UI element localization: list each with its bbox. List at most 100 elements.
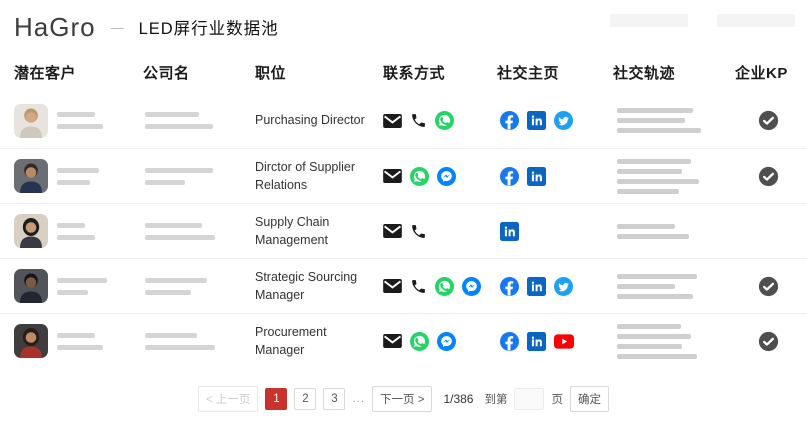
placeholder-bar: [617, 294, 693, 299]
placeholder-bar: [145, 180, 185, 185]
facebook-icon[interactable]: [500, 332, 519, 351]
whatsapp-icon[interactable]: [410, 332, 429, 351]
email-icon[interactable]: [383, 279, 402, 293]
column-header-social-activity: 社交轨迹: [613, 62, 735, 83]
prev-page-button[interactable]: < 上一页: [198, 386, 258, 412]
header-placeholder: [610, 14, 688, 27]
lead-avatar: [14, 104, 48, 138]
facebook-icon[interactable]: [500, 111, 519, 130]
page-button-1[interactable]: 1: [265, 388, 287, 410]
placeholder-bar: [617, 189, 679, 194]
header-placeholder: [717, 14, 795, 27]
email-icon[interactable]: [383, 334, 402, 348]
youtube-icon[interactable]: [554, 334, 574, 349]
jump-to-page-label: 到第: [484, 391, 507, 407]
page-jump-input[interactable]: [514, 388, 544, 410]
whatsapp-icon[interactable]: [435, 111, 454, 130]
placeholder-bar: [57, 112, 95, 117]
placeholder-bar: [145, 278, 207, 283]
placeholder-bar: [617, 159, 691, 164]
page-button-2[interactable]: 2: [294, 388, 316, 410]
messenger-icon[interactable]: [462, 277, 481, 296]
placeholder-bar: [617, 284, 675, 289]
table-row[interactable]: Procurement Manager: [0, 313, 807, 368]
placeholder-bar: [57, 168, 99, 173]
lead-avatar: [14, 269, 48, 303]
facebook-icon[interactable]: [500, 277, 519, 296]
lead-avatar: [14, 214, 48, 248]
placeholder-bar: [617, 274, 697, 279]
placeholder-bar: [617, 334, 691, 339]
jump-page-suffix: 页: [551, 391, 563, 407]
whatsapp-icon[interactable]: [410, 167, 429, 186]
position-text: Purchasing Director: [255, 111, 373, 129]
kp-check-icon: [758, 276, 779, 297]
placeholder-bar: [145, 333, 197, 338]
linkedin-icon[interactable]: [527, 277, 546, 296]
phone-icon[interactable]: [410, 112, 427, 129]
placeholder-bar: [57, 223, 85, 228]
phone-icon[interactable]: [410, 278, 427, 295]
whatsapp-icon[interactable]: [435, 277, 454, 296]
position-text: Supply Chain Management: [255, 213, 337, 249]
email-icon[interactable]: [383, 224, 402, 238]
placeholder-bar: [57, 333, 95, 338]
kp-check-icon: [758, 166, 779, 187]
twitter-icon[interactable]: [554, 277, 573, 296]
position-text: Procurement Manager: [255, 323, 335, 359]
placeholder-bar: [617, 344, 682, 349]
placeholder-bar: [145, 124, 213, 129]
placeholder-bar: [617, 108, 693, 113]
column-header-position: 职位: [255, 62, 383, 83]
logo[interactable]: HaGro: [14, 12, 96, 43]
table-body: Purchasing Director Dirctor of Supplier …: [0, 93, 807, 368]
linkedin-icon[interactable]: [500, 222, 519, 241]
placeholder-bar: [57, 235, 95, 240]
page-button-3[interactable]: 3: [323, 388, 345, 410]
linkedin-icon[interactable]: [527, 167, 546, 186]
placeholder-bar: [57, 124, 103, 129]
page-header: HaGro — LED屏行业数据池: [0, 0, 807, 46]
email-icon[interactable]: [383, 169, 402, 183]
column-header-leads: 潜在客户: [14, 62, 143, 83]
facebook-icon[interactable]: [500, 167, 519, 186]
placeholder-bar: [57, 345, 103, 350]
table-row[interactable]: Dirctor of Supplier Relations: [0, 148, 807, 203]
placeholder-bar: [145, 112, 199, 117]
table-row[interactable]: Strategic Sourcing Manager: [0, 258, 807, 313]
placeholder-bar: [617, 179, 699, 184]
lead-avatar: [14, 324, 48, 358]
header-separator: —: [111, 20, 124, 35]
placeholder-bar: [57, 278, 107, 283]
pagination-ellipsis: ...: [352, 393, 365, 405]
email-icon[interactable]: [383, 114, 402, 128]
messenger-icon[interactable]: [437, 332, 456, 351]
placeholder-bar: [617, 354, 697, 359]
table-row[interactable]: Supply Chain Management: [0, 203, 807, 258]
next-page-button[interactable]: 下一页 >: [372, 386, 432, 412]
column-header-company: 公司名: [143, 62, 255, 83]
table-row[interactable]: Purchasing Director: [0, 93, 807, 148]
linkedin-icon[interactable]: [527, 332, 546, 351]
linkedin-icon[interactable]: [527, 111, 546, 130]
confirm-button[interactable]: 确定: [570, 386, 609, 412]
placeholder-bar: [617, 128, 701, 133]
placeholder-bar: [617, 224, 675, 229]
kp-check-icon: [758, 110, 779, 131]
kp-check-icon: [758, 331, 779, 352]
twitter-icon[interactable]: [554, 111, 573, 130]
position-text: Strategic Sourcing Manager: [255, 268, 365, 304]
column-header-contact: 联系方式: [383, 62, 497, 83]
phone-icon[interactable]: [410, 223, 427, 240]
placeholder-bar: [145, 290, 191, 295]
placeholder-bar: [617, 118, 685, 123]
lead-avatar: [14, 159, 48, 193]
placeholder-bar: [145, 168, 213, 173]
position-text: Dirctor of Supplier Relations: [255, 158, 363, 194]
column-header-social-profiles: 社交主页: [497, 62, 613, 83]
messenger-icon[interactable]: [437, 167, 456, 186]
placeholder-bar: [145, 223, 202, 228]
pagination: < 上一页 123 ... 下一页 > 1/386 到第 页 确定: [0, 386, 807, 412]
placeholder-bar: [617, 234, 689, 239]
placeholder-bar: [617, 169, 682, 174]
